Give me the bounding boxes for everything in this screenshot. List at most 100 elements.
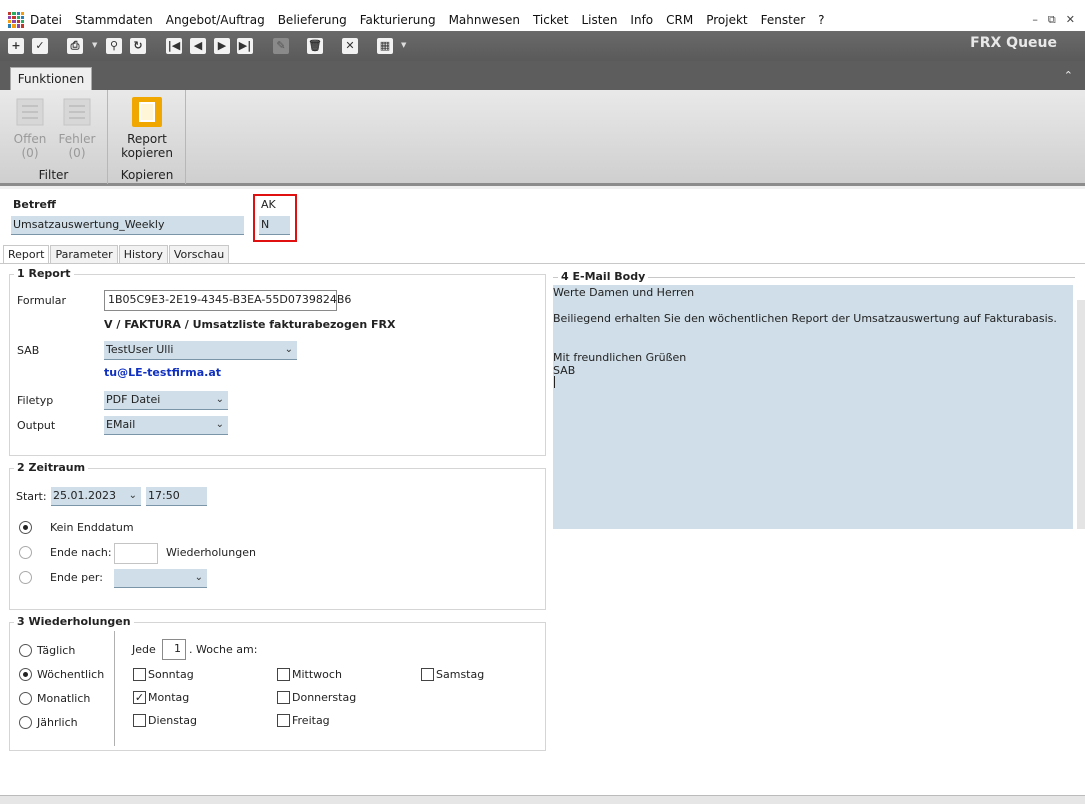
check-icon[interactable]: ✓ <box>32 38 48 54</box>
tab-vorschau[interactable]: Vorschau <box>168 245 230 263</box>
ende-per-label: Ende per: <box>50 571 103 584</box>
ende-nach-input[interactable] <box>114 543 158 564</box>
zeitraum-section-title: 2 Zeitraum <box>14 461 89 474</box>
right-scrollbar[interactable] <box>1077 300 1085 529</box>
formular-input[interactable]: 1B05C9E3-2E19-4345-B3EA-55D0739824B6 <box>104 290 351 311</box>
ak-input[interactable]: N <box>259 216 290 235</box>
first-record-icon[interactable]: |◀ <box>166 38 182 54</box>
taeglich-label: Täglich <box>37 644 76 657</box>
email-line-3: Mit freundlichen Grüßen <box>553 351 687 364</box>
tab-parameter[interactable]: Parameter <box>50 245 118 263</box>
add-icon[interactable]: + <box>8 38 24 54</box>
close-icon[interactable]: ✕ <box>1066 13 1075 27</box>
grid-dropdown-icon[interactable]: ▼ <box>401 41 407 49</box>
wiederholungen-label: Wiederholungen <box>166 546 256 559</box>
ende-per-date-picker[interactable]: ⌄ <box>114 569 207 588</box>
filetyp-select[interactable]: PDF Datei ⌄ <box>104 391 228 410</box>
grid-view-icon[interactable]: ▦ <box>377 38 393 54</box>
report-kopieren-button[interactable]: Report kopieren <box>117 96 177 160</box>
refresh-icon[interactable]: ↻ <box>130 38 146 54</box>
dienstag-checkbox[interactable] <box>133 714 146 727</box>
sab-select[interactable]: TestUser Ulli ⌄ <box>104 341 297 360</box>
tab-history[interactable]: History <box>118 245 168 263</box>
menu-mahnwesen[interactable]: Mahnwesen <box>449 13 520 27</box>
fehler-button[interactable]: Fehler (0) <box>57 96 97 160</box>
output-label: Output <box>17 419 56 432</box>
menu-fakturierung[interactable]: Fakturierung <box>360 13 436 27</box>
betreff-input[interactable]: Umsatzauswertung_Weekly <box>11 216 244 235</box>
donnerstag-checkbox[interactable] <box>277 691 290 704</box>
next-record-icon[interactable]: ▶ <box>214 38 230 54</box>
menu-bar: Datei Stammdaten Angebot/Auftrag Beliefe… <box>0 8 1085 31</box>
menu-belieferung[interactable]: Belieferung <box>278 13 347 27</box>
start-time-input[interactable]: 17:50 <box>146 487 207 506</box>
frequency-divider <box>114 631 115 746</box>
minimize-icon[interactable]: – <box>1032 13 1038 27</box>
tab-report[interactable]: Report <box>3 245 50 264</box>
status-bar <box>0 795 1085 804</box>
menu-ticket[interactable]: Ticket <box>533 13 569 27</box>
mittwoch-label: Mittwoch <box>292 668 342 681</box>
form-tabs: Report Parameter History Vorschau <box>3 245 230 264</box>
print-dropdown-icon[interactable]: ▼ <box>92 41 98 49</box>
cancel-icon[interactable]: ✕ <box>342 38 358 54</box>
menu-datei[interactable]: Datei <box>30 13 62 27</box>
menu-listen[interactable]: Listen <box>581 13 617 27</box>
chevron-down-icon: ⌄ <box>128 490 137 501</box>
monatlich-radio[interactable] <box>19 692 32 705</box>
report-label-2: kopieren <box>121 146 173 160</box>
collapse-ribbon-icon[interactable]: ⌃ <box>1064 69 1073 82</box>
ende-per-radio[interactable] <box>19 571 32 584</box>
sab-value: TestUser Ulli <box>106 343 174 356</box>
samstag-checkbox[interactable] <box>421 668 434 681</box>
menu-fenster[interactable]: Fenster <box>761 13 806 27</box>
kein-enddatum-radio[interactable] <box>19 521 32 534</box>
freitag-label: Freitag <box>292 714 330 727</box>
menu-stammdaten[interactable]: Stammdaten <box>75 13 153 27</box>
ende-nach-radio[interactable] <box>19 546 32 559</box>
email-body-textarea[interactable]: Werte Damen und Herren Beiliegend erhalt… <box>553 285 1073 529</box>
jede-input[interactable]: 1 <box>162 639 186 660</box>
last-record-icon[interactable]: ▶| <box>237 38 253 54</box>
prev-record-icon[interactable]: ◀ <box>190 38 206 54</box>
start-label: Start: <box>16 490 47 503</box>
email-body-title: 4 E-Mail Body <box>558 270 649 283</box>
output-select[interactable]: EMail ⌄ <box>104 416 228 435</box>
app-grid-icon[interactable] <box>8 11 24 28</box>
list-icon <box>60 96 94 128</box>
offen-button[interactable]: Offen (0) <box>10 96 50 160</box>
menu-crm[interactable]: CRM <box>666 13 693 27</box>
list-icon <box>13 96 47 128</box>
sab-email[interactable]: tu@LE-testfirma.at <box>104 366 221 379</box>
delete-icon[interactable]: 🗑 <box>307 38 323 54</box>
print-icon[interactable]: ⎙ <box>67 38 83 54</box>
search-icon[interactable]: ⚲ <box>106 38 122 54</box>
tab-funktionen[interactable]: Funktionen <box>10 67 92 91</box>
fehler-label: Fehler <box>58 132 96 146</box>
mittwoch-checkbox[interactable] <box>277 668 290 681</box>
start-date-picker[interactable]: 25.01.2023 ⌄ <box>51 487 141 506</box>
taeglich-radio[interactable] <box>19 644 32 657</box>
woechentlich-radio[interactable] <box>19 668 32 681</box>
menu-projekt[interactable]: Projekt <box>706 13 747 27</box>
menu-angebot-auftrag[interactable]: Angebot/Auftrag <box>166 13 265 27</box>
monatlich-label: Monatlich <box>37 692 91 705</box>
edit-icon: ✎ <box>273 38 289 54</box>
montag-checkbox[interactable]: ✓ <box>133 691 146 704</box>
donnerstag-label: Donnerstag <box>292 691 357 704</box>
report-label-1: Report <box>127 132 167 146</box>
toolbar: + ✓ ⎙ ▼ ⚲ ↻ |◀ ◀ ▶ ▶| ✎ 🗑 ✕ ▦ ▼ FRX Queu… <box>0 31 1085 61</box>
sonntag-checkbox[interactable] <box>133 668 146 681</box>
jaehrlich-radio[interactable] <box>19 716 32 729</box>
betreff-label: Betreff <box>13 198 56 211</box>
ribbon-tab-bar: Funktionen ⌃ <box>0 61 1085 91</box>
text-cursor <box>554 376 555 388</box>
menu-info[interactable]: Info <box>630 13 653 27</box>
woechentlich-label: Wöchentlich <box>37 668 105 681</box>
menu-help[interactable]: ? <box>818 13 824 27</box>
sab-label: SAB <box>17 344 40 357</box>
start-date-value: 25.01.2023 <box>53 489 116 502</box>
freitag-checkbox[interactable] <box>277 714 290 727</box>
restore-icon[interactable]: ⧉ <box>1048 13 1056 27</box>
report-section-title: 1 Report <box>14 267 74 280</box>
